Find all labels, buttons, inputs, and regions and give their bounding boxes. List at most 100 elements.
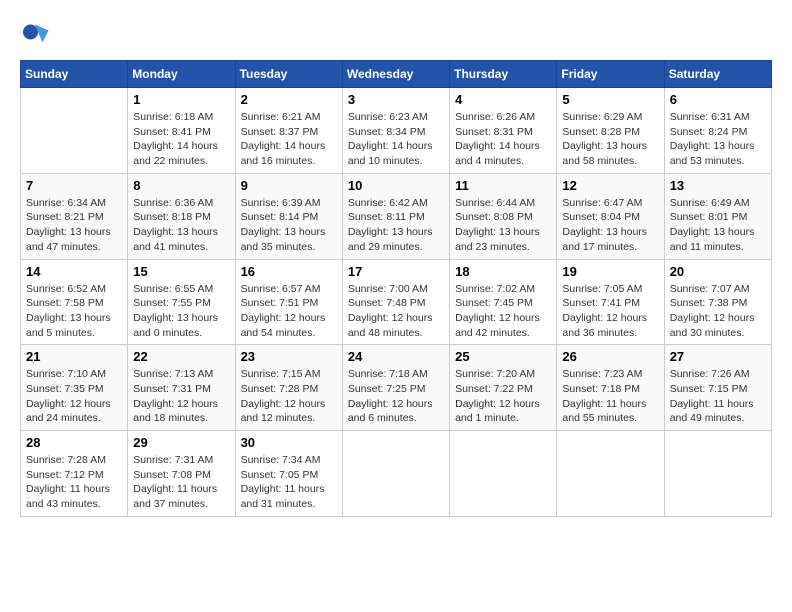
day-cell: 12 Sunrise: 6:47 AMSunset: 8:04 PMDayligh…: [557, 173, 664, 259]
day-info: Sunrise: 6:23 AMSunset: 8:34 PMDaylight:…: [348, 110, 444, 169]
day-number: 23: [241, 349, 337, 364]
day-cell: 29 Sunrise: 7:31 AMSunset: 7:08 PMDayligh…: [128, 431, 235, 517]
day-cell: 8 Sunrise: 6:36 AMSunset: 8:18 PMDaylight…: [128, 173, 235, 259]
day-number: 21: [26, 349, 122, 364]
day-info: Sunrise: 6:29 AMSunset: 8:28 PMDaylight:…: [562, 110, 658, 169]
day-info: Sunrise: 6:44 AMSunset: 8:08 PMDaylight:…: [455, 196, 551, 255]
day-info: Sunrise: 6:26 AMSunset: 8:31 PMDaylight:…: [455, 110, 551, 169]
day-cell: [342, 431, 449, 517]
page-header: [20, 20, 772, 50]
day-number: 10: [348, 178, 444, 193]
day-cell: 9 Sunrise: 6:39 AMSunset: 8:14 PMDaylight…: [235, 173, 342, 259]
day-number: 12: [562, 178, 658, 193]
day-info: Sunrise: 7:34 AMSunset: 7:05 PMDaylight:…: [241, 453, 337, 512]
day-cell: 24Sunrise: 7:18 AMSunset: 7:25 PMDayligh…: [342, 345, 449, 431]
day-info: Sunrise: 7:02 AMSunset: 7:45 PMDaylight:…: [455, 282, 551, 341]
day-cell: 14 Sunrise: 6:52 AMSunset: 7:58 PMDayligh…: [21, 259, 128, 345]
day-number: 30: [241, 435, 337, 450]
day-info: Sunrise: 7:18 AMSunset: 7:25 PMDaylight:…: [348, 367, 444, 426]
logo-icon: [20, 20, 50, 50]
day-info: Sunrise: 7:00 AMSunset: 7:48 PMDaylight:…: [348, 282, 444, 341]
day-number: 26: [562, 349, 658, 364]
day-number: 6: [670, 92, 766, 107]
day-info: Sunrise: 6:52 AMSunset: 7:58 PMDaylight:…: [26, 282, 122, 341]
day-info: Sunrise: 7:23 AMSunset: 7:18 PMDaylight:…: [562, 367, 658, 426]
day-cell: 22 Sunrise: 7:13 AMSunset: 7:31 PMDayligh…: [128, 345, 235, 431]
col-header-wednesday: Wednesday: [342, 61, 449, 88]
day-info: Sunrise: 7:10 AMSunset: 7:35 PMDaylight:…: [26, 367, 122, 426]
day-cell: 4 Sunrise: 6:26 AMSunset: 8:31 PMDaylight…: [450, 88, 557, 174]
calendar-table: SundayMondayTuesdayWednesdayThursdayFrid…: [20, 60, 772, 517]
week-row-2: 14 Sunrise: 6:52 AMSunset: 7:58 PMDayligh…: [21, 259, 772, 345]
day-number: 3: [348, 92, 444, 107]
day-cell: 5 Sunrise: 6:29 AMSunset: 8:28 PMDaylight…: [557, 88, 664, 174]
day-cell: 19 Sunrise: 7:05 AMSunset: 7:41 PMDayligh…: [557, 259, 664, 345]
day-info: Sunrise: 6:42 AMSunset: 8:11 PMDaylight:…: [348, 196, 444, 255]
day-info: Sunrise: 7:07 AMSunset: 7:38 PMDaylight:…: [670, 282, 766, 341]
day-number: 8: [133, 178, 229, 193]
day-cell: 25Sunrise: 7:20 AMSunset: 7:22 PMDayligh…: [450, 345, 557, 431]
day-info: Sunrise: 7:28 AMSunset: 7:12 PMDaylight:…: [26, 453, 122, 512]
day-cell: [21, 88, 128, 174]
day-info: Sunrise: 7:05 AMSunset: 7:41 PMDaylight:…: [562, 282, 658, 341]
day-number: 17: [348, 264, 444, 279]
day-cell: [557, 431, 664, 517]
day-number: 9: [241, 178, 337, 193]
day-number: 4: [455, 92, 551, 107]
day-info: Sunrise: 6:31 AMSunset: 8:24 PMDaylight:…: [670, 110, 766, 169]
day-info: Sunrise: 6:18 AMSunset: 8:41 PMDaylight:…: [133, 110, 229, 169]
logo: [20, 20, 54, 50]
day-info: Sunrise: 6:34 AMSunset: 8:21 PMDaylight:…: [26, 196, 122, 255]
day-info: Sunrise: 6:55 AMSunset: 7:55 PMDaylight:…: [133, 282, 229, 341]
col-header-friday: Friday: [557, 61, 664, 88]
day-info: Sunrise: 7:31 AMSunset: 7:08 PMDaylight:…: [133, 453, 229, 512]
day-cell: 30 Sunrise: 7:34 AMSunset: 7:05 PMDayligh…: [235, 431, 342, 517]
col-header-monday: Monday: [128, 61, 235, 88]
day-cell: 23 Sunrise: 7:15 AMSunset: 7:28 PMDayligh…: [235, 345, 342, 431]
day-number: 13: [670, 178, 766, 193]
day-info: Sunrise: 6:21 AMSunset: 8:37 PMDaylight:…: [241, 110, 337, 169]
day-cell: 18Sunrise: 7:02 AMSunset: 7:45 PMDayligh…: [450, 259, 557, 345]
day-number: 29: [133, 435, 229, 450]
day-number: 16: [241, 264, 337, 279]
day-cell: 13Sunrise: 6:49 AMSunset: 8:01 PMDayligh…: [664, 173, 771, 259]
day-cell: 6 Sunrise: 6:31 AMSunset: 8:24 PMDaylight…: [664, 88, 771, 174]
day-cell: 1Sunrise: 6:18 AMSunset: 8:41 PMDaylight…: [128, 88, 235, 174]
day-number: 15: [133, 264, 229, 279]
day-number: 25: [455, 349, 551, 364]
col-header-tuesday: Tuesday: [235, 61, 342, 88]
day-number: 22: [133, 349, 229, 364]
day-number: 20: [670, 264, 766, 279]
day-info: Sunrise: 7:13 AMSunset: 7:31 PMDaylight:…: [133, 367, 229, 426]
day-info: Sunrise: 6:57 AMSunset: 7:51 PMDaylight:…: [241, 282, 337, 341]
day-info: Sunrise: 6:47 AMSunset: 8:04 PMDaylight:…: [562, 196, 658, 255]
day-cell: 10 Sunrise: 6:42 AMSunset: 8:11 PMDayligh…: [342, 173, 449, 259]
day-cell: [664, 431, 771, 517]
day-cell: 28Sunrise: 7:28 AMSunset: 7:12 PMDayligh…: [21, 431, 128, 517]
week-row-3: 21 Sunrise: 7:10 AMSunset: 7:35 PMDayligh…: [21, 345, 772, 431]
day-number: 11: [455, 178, 551, 193]
day-cell: 20 Sunrise: 7:07 AMSunset: 7:38 PMDayligh…: [664, 259, 771, 345]
day-cell: [450, 431, 557, 517]
day-cell: 2 Sunrise: 6:21 AMSunset: 8:37 PMDaylight…: [235, 88, 342, 174]
day-cell: 7Sunrise: 6:34 AMSunset: 8:21 PMDaylight…: [21, 173, 128, 259]
day-cell: 3 Sunrise: 6:23 AMSunset: 8:34 PMDaylight…: [342, 88, 449, 174]
day-info: Sunrise: 6:39 AMSunset: 8:14 PMDaylight:…: [241, 196, 337, 255]
day-cell: 26 Sunrise: 7:23 AMSunset: 7:18 PMDayligh…: [557, 345, 664, 431]
week-row-0: 1Sunrise: 6:18 AMSunset: 8:41 PMDaylight…: [21, 88, 772, 174]
day-cell: 11 Sunrise: 6:44 AMSunset: 8:08 PMDayligh…: [450, 173, 557, 259]
day-number: 19: [562, 264, 658, 279]
day-cell: 16 Sunrise: 6:57 AMSunset: 7:51 PMDayligh…: [235, 259, 342, 345]
week-row-1: 7Sunrise: 6:34 AMSunset: 8:21 PMDaylight…: [21, 173, 772, 259]
week-row-4: 28Sunrise: 7:28 AMSunset: 7:12 PMDayligh…: [21, 431, 772, 517]
col-header-sunday: Sunday: [21, 61, 128, 88]
day-cell: 15 Sunrise: 6:55 AMSunset: 7:55 PMDayligh…: [128, 259, 235, 345]
day-info: Sunrise: 7:26 AMSunset: 7:15 PMDaylight:…: [670, 367, 766, 426]
day-number: 14: [26, 264, 122, 279]
day-number: 5: [562, 92, 658, 107]
day-cell: 27Sunrise: 7:26 AMSunset: 7:15 PMDayligh…: [664, 345, 771, 431]
day-info: Sunrise: 6:36 AMSunset: 8:18 PMDaylight:…: [133, 196, 229, 255]
day-info: Sunrise: 7:15 AMSunset: 7:28 PMDaylight:…: [241, 367, 337, 426]
day-number: 2: [241, 92, 337, 107]
day-cell: 17 Sunrise: 7:00 AMSunset: 7:48 PMDayligh…: [342, 259, 449, 345]
